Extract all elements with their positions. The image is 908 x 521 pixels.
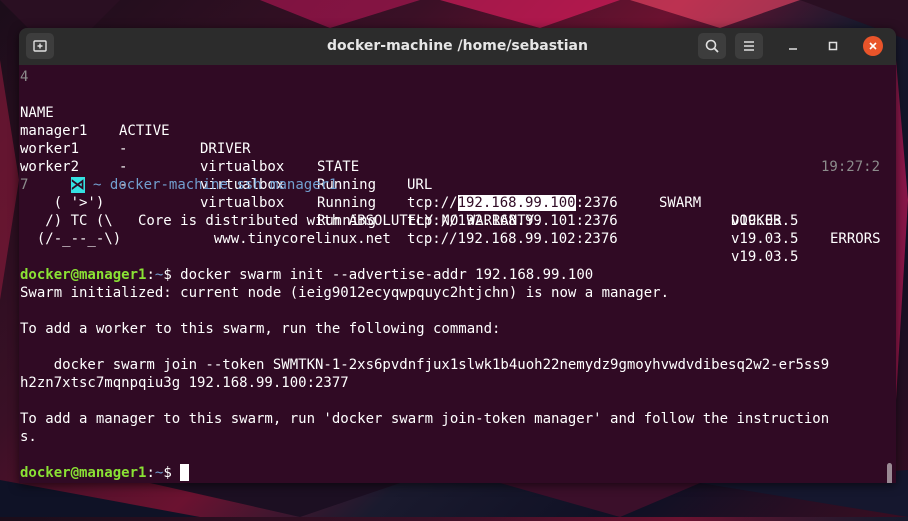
prompt-dollar: $ <box>163 465 172 481</box>
column-header-url: URL <box>407 177 433 193</box>
selected-ip-text[interactable]: 192.168.99.100 <box>457 195 576 211</box>
prompt-userhost: docker@manager1 <box>20 465 147 481</box>
output-line: h2zn7xtsc7mqnpqiu3g 192.168.99.100:2377 <box>20 375 349 391</box>
prompt-userhost: docker@manager1 <box>20 267 147 283</box>
prompt-sep: : <box>146 267 155 283</box>
cell-docker: v19.03.5 <box>731 231 799 247</box>
output-line: s. <box>20 429 37 445</box>
maximize-button[interactable] <box>823 36 843 56</box>
hamburger-menu-icon <box>744 41 754 51</box>
minimize-icon <box>789 48 797 50</box>
menu-button[interactable] <box>735 33 763 59</box>
search-icon <box>705 39 719 53</box>
cell-driver: virtualbox <box>200 195 285 211</box>
table-row: worker1 - virtualbox Running tcp://192.1… <box>20 122 895 247</box>
cell-url: tcp://192.168.99.102:2376 <box>407 231 618 247</box>
table-row: worker2 - virtualbox Running tcp://192.1… <box>20 140 895 265</box>
text-cursor <box>180 464 190 481</box>
prompt-sep: : <box>146 465 155 481</box>
terminal-window: docker-machine /home/sebastian 4 NAME AC… <box>19 28 896 483</box>
minimize-button[interactable] <box>783 36 803 56</box>
local-prompt-line: ⋊ ~ docker-machine ssh manager1 19:27:2 <box>20 158 895 193</box>
prompt-dir: ~ <box>93 177 102 193</box>
command-word: docker-machine <box>109 177 228 193</box>
cell-docker: v19.03.5 <box>731 213 799 229</box>
scrollback-fragment: 7 <box>20 177 29 193</box>
prompt-dollar: $ <box>163 267 172 283</box>
close-icon <box>869 42 877 50</box>
prompt-symbol-icon: ⋊ <box>70 177 85 193</box>
maximize-icon <box>828 41 838 51</box>
scrollback-fragment: 4 <box>20 69 29 85</box>
command-args: ssh manager1 <box>236 177 338 193</box>
scrollbar-thumb[interactable] <box>887 463 892 483</box>
remote-command-line: docker@manager1:~$ docker swarm init --a… <box>20 266 593 284</box>
url-prefix: tcp:// <box>407 195 458 211</box>
output-line: To add a worker to this swarm, run the f… <box>20 321 501 337</box>
output-line: docker swarm join --token SWMTKN-1-2xs6p… <box>20 357 830 373</box>
current-prompt-line: docker@manager1:~$ <box>20 464 190 482</box>
banner-line: ( '>') <box>20 195 105 211</box>
cell-docker: v19.03.5 <box>731 249 799 265</box>
banner-line: /) TC (\ Core is distributed with ABSOLU… <box>20 213 543 229</box>
cell-state: Running <box>317 195 377 211</box>
search-button[interactable] <box>698 33 726 59</box>
prompt-time: 19:27:2 <box>821 159 881 175</box>
machine-table-header: NAME ACTIVE DRIVER STATE URL SWARM DOCKE… <box>20 86 895 247</box>
banner-line: (/-_--_-\) www.tinycorelinux.net <box>20 231 391 247</box>
command-text: docker swarm init --advertise-addr 192.1… <box>171 267 594 283</box>
title-bar: docker-machine /home/sebastian <box>19 28 896 65</box>
url-port: :2376 <box>575 195 618 211</box>
window-title: docker-machine /home/sebastian <box>327 38 588 54</box>
cell-url: tcp://192.168.99.100:2376 <box>407 194 618 212</box>
table-row: manager1 - virtualbox Running tcp://192.… <box>20 104 895 229</box>
terminal-content[interactable]: 4 NAME ACTIVE DRIVER STATE URL SWARM DOC… <box>19 65 896 483</box>
column-header-swarm: SWARM <box>659 195 702 211</box>
column-header-errors: ERRORS <box>830 231 881 247</box>
output-line: Swarm initialized: current node (ieig901… <box>20 285 670 301</box>
close-button[interactable] <box>863 36 883 56</box>
output-line: To add a manager to this swarm, run 'doc… <box>20 411 830 427</box>
